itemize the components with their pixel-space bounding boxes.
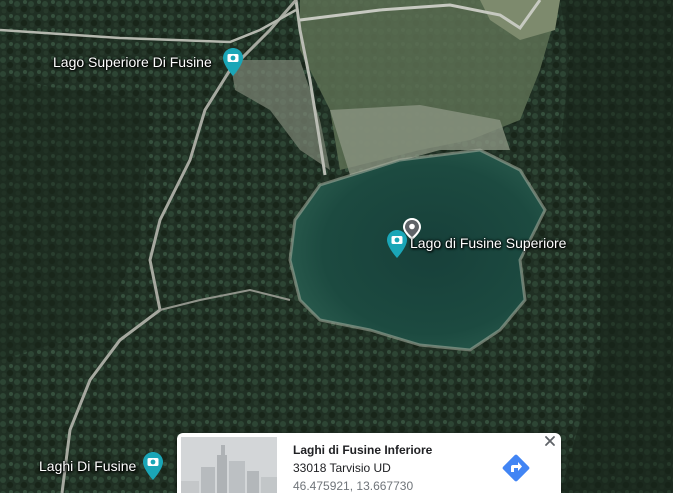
place-label-laghi-di-fusine[interactable]: Laghi Di Fusine: [39, 458, 136, 474]
place-label-lago-di-fusine-superiore[interactable]: Lago di Fusine Superiore: [410, 235, 566, 251]
place-address: 33018 Tarvisio UD: [293, 461, 391, 475]
place-thumbnail[interactable]: [181, 437, 277, 493]
close-icon[interactable]: [543, 434, 557, 448]
place-coordinates: 46.475921, 13.667730: [293, 479, 414, 493]
satellite-map[interactable]: [0, 0, 673, 493]
place-title: Laghi di Fusine Inferiore: [293, 443, 433, 457]
photo-marker-icon[interactable]: [223, 48, 243, 76]
place-label-lago-superiore-di-fusine[interactable]: Lago Superiore Di Fusine: [53, 54, 212, 70]
directions-icon[interactable]: [500, 452, 532, 484]
photo-marker-icon[interactable]: [387, 230, 407, 258]
photo-marker-icon[interactable]: [143, 452, 163, 480]
place-info-card[interactable]: Laghi di Fusine Inferiore 33018 Tarvisio…: [177, 433, 561, 493]
